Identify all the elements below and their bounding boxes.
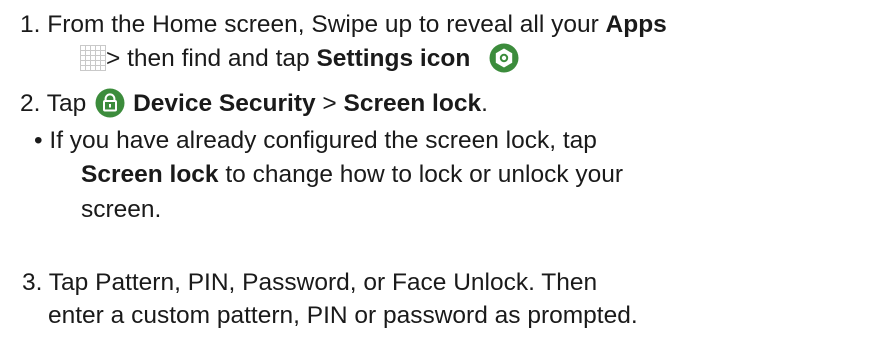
screen-lock-label: Screen lock — [343, 90, 482, 117]
step-1-line-2: > then find and tap Settings icon — [80, 43, 519, 74]
apps-label: Apps — [605, 11, 667, 38]
bullet-line-3: screen. — [81, 195, 161, 225]
step-3-line-1: 3. Tap Pattern, PIN, Password, or Face U… — [22, 268, 597, 298]
period: . — [481, 90, 488, 117]
bullet-text: • If you have already configured the scr… — [34, 127, 597, 154]
step-1-text: 1. From the Home screen, Swipe up to rev… — [20, 11, 606, 38]
step-2-text: 2. Tap — [20, 90, 94, 117]
step-3-line-2: enter a custom pattern, PIN or password … — [48, 301, 638, 331]
step-3-text-2: enter a custom pattern, PIN or password … — [48, 302, 638, 329]
device-security-label: Device Security — [133, 90, 316, 117]
step-3-text: 3. Tap Pattern, PIN, Password, or Face U… — [22, 269, 598, 296]
separator: > — [315, 90, 344, 117]
bullet-line-1: • If you have already configured the scr… — [34, 126, 597, 156]
step-1-continue: > then find and tap — [106, 45, 317, 72]
screen-lock-bold: Screen lock — [81, 161, 219, 188]
step-1-line-1: 1. From the Home screen, Swipe up to rev… — [20, 10, 667, 40]
security-lock-icon — [95, 88, 125, 118]
bullet-text-2: to change how to lock or unlock your — [218, 161, 624, 188]
bullet-line-2: Screen lock to change how to lock or unl… — [81, 160, 623, 190]
bullet-text-3: screen. — [81, 196, 162, 223]
settings-icon-label: Settings icon — [316, 45, 471, 72]
apps-grid-icon — [80, 45, 106, 71]
settings-gear-icon — [489, 43, 519, 73]
step-2-line: 2. Tap Device Security > Screen lock. — [20, 88, 488, 119]
